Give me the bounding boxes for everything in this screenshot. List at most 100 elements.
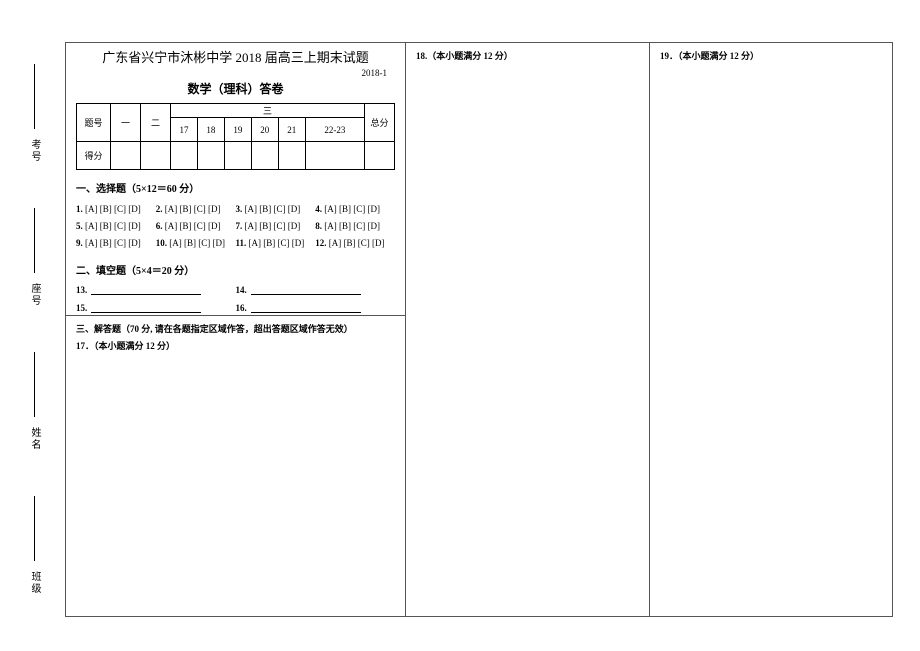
mc-item: 11. [A] [B] [C] [D]: [236, 235, 316, 252]
score-cell: [278, 142, 305, 170]
blank-num: 14.: [236, 285, 247, 295]
section2-heading: 二、填空题（5×4＝20 分）: [76, 262, 395, 277]
title-block: 广东省兴宁市沐彬中学 2018 届高三上期末试题 2018-1 数学（理科）答卷: [76, 47, 395, 97]
mc-opts: [A] [B] [C] [D]: [242, 221, 300, 231]
mc-num: 12.: [315, 238, 326, 248]
score-cell: [171, 142, 198, 170]
column-3: 19．（本小题满分 12 分）: [650, 43, 892, 616]
blank-row: 15. 16.: [76, 301, 395, 313]
score-cell: [305, 142, 364, 170]
sidebar-student-info: 考号 座号 姓名 班级: [12, 42, 57, 617]
mc-item: 9. [A] [B] [C] [D]: [76, 235, 156, 252]
mc-num: 11.: [236, 238, 247, 248]
side-line: [34, 352, 35, 417]
cell-19: 19: [224, 118, 251, 142]
mc-opts: [A] [B] [C] [D]: [163, 221, 221, 231]
mc-opts: [A] [B] [C] [D]: [83, 204, 141, 214]
cell-label-s: 得分: [77, 142, 111, 170]
mc-item: 10. [A] [B] [C] [D]: [156, 235, 236, 252]
mc-item: 12. [A] [B] [C] [D]: [315, 235, 395, 252]
blank-num: 13.: [76, 285, 87, 295]
cell-label-q: 题号: [77, 104, 111, 142]
cell-two: 二: [141, 104, 171, 142]
score-cell: [141, 142, 171, 170]
side-seat-no: 座号: [27, 208, 42, 307]
title-date: 2018-1: [76, 68, 387, 78]
cell-one: 一: [111, 104, 141, 142]
side-label-seat-no: 座号: [27, 283, 42, 307]
blank-line: [91, 301, 201, 313]
mc-opts: [A] [B] [C] [D]: [83, 221, 141, 231]
q17-heading: 17．（本小题满分 12 分）: [76, 339, 395, 352]
mc-num: 6.: [156, 221, 163, 231]
section3-heading: 三、解答题（70 分, 请在各题指定区域作答，超出答题区域作答无效）: [76, 322, 395, 335]
side-label-class: 班级: [27, 571, 42, 595]
side-line: [34, 64, 35, 129]
mc-item: 6. [A] [B] [C] [D]: [156, 218, 236, 235]
mc-list: 1. [A] [B] [C] [D]2. [A] [B] [C] [D]3. […: [76, 201, 395, 252]
mc-num: 9.: [76, 238, 83, 248]
cell-17: 17: [171, 118, 198, 142]
side-line: [34, 496, 35, 561]
side-line: [34, 208, 35, 273]
score-cell: [251, 142, 278, 170]
blank-num: 16.: [236, 303, 247, 313]
mc-num: 1.: [76, 204, 83, 214]
mc-opts: [A] [B] [C] [D]: [167, 238, 225, 248]
q19-heading: 19．（本小题满分 12 分）: [660, 49, 882, 63]
mc-opts: [A] [B] [C] [D]: [322, 204, 380, 214]
mc-item: 7. [A] [B] [C] [D]: [236, 218, 316, 235]
cell-total: 总分: [365, 104, 395, 142]
mc-opts: [A] [B] [C] [D]: [83, 238, 141, 248]
score-table: 题号 一 二 三 总分 17 18 19 20 21 22-23 得分: [76, 103, 395, 170]
score-cell: [197, 142, 224, 170]
mc-num: 4.: [315, 204, 322, 214]
title-sub: 数学（理科）答卷: [76, 80, 395, 97]
blank-num: 15.: [76, 303, 87, 313]
blank-line: [251, 283, 361, 295]
side-label-name: 姓名: [27, 427, 42, 451]
cell-three: 三: [171, 104, 365, 118]
mc-num: 2.: [156, 204, 163, 214]
blank-row: 13. 14.: [76, 283, 395, 295]
cell-18: 18: [197, 118, 224, 142]
column-2: 18.（本小题满分 12 分）: [406, 43, 650, 616]
score-cell: [111, 142, 141, 170]
side-class: 班级: [27, 496, 42, 595]
mc-num: 5.: [76, 221, 83, 231]
mc-item: 1. [A] [B] [C] [D]: [76, 201, 156, 218]
cell-20: 20: [251, 118, 278, 142]
mc-opts: [A] [B] [C] [D]: [322, 221, 380, 231]
side-exam-no: 考号: [27, 64, 42, 163]
mc-num: 8.: [315, 221, 322, 231]
mc-num: 10.: [156, 238, 167, 248]
mc-item: 3. [A] [B] [C] [D]: [236, 201, 316, 218]
mc-item: 8. [A] [B] [C] [D]: [315, 218, 395, 235]
blank-line: [91, 283, 201, 295]
mc-opts: [A] [B] [C] [D]: [242, 204, 300, 214]
side-name: 姓名: [27, 352, 42, 451]
cell-21: 21: [278, 118, 305, 142]
blank-line: [251, 301, 361, 313]
cell-22-23: 22-23: [305, 118, 364, 142]
side-label-exam-no: 考号: [27, 139, 42, 163]
page-frame: 广东省兴宁市沐彬中学 2018 届高三上期末试题 2018-1 数学（理科）答卷…: [65, 42, 893, 617]
mc-opts: [A] [B] [C] [D]: [327, 238, 385, 248]
blank-item: 16.: [236, 301, 396, 313]
mc-item: 2. [A] [B] [C] [D]: [156, 201, 236, 218]
column-1: 广东省兴宁市沐彬中学 2018 届高三上期末试题 2018-1 数学（理科）答卷…: [66, 43, 406, 616]
blank-item: 13.: [76, 283, 236, 295]
blank-item: 14.: [236, 283, 396, 295]
score-cell: [224, 142, 251, 170]
mc-opts: [A] [B] [C] [D]: [246, 238, 304, 248]
blank-item: 15.: [76, 301, 236, 313]
section1-heading: 一、选择题（5×12＝60 分）: [76, 180, 395, 195]
mc-item: 4. [A] [B] [C] [D]: [315, 201, 395, 218]
mc-opts: [A] [B] [C] [D]: [163, 204, 221, 214]
title-main: 广东省兴宁市沐彬中学 2018 届高三上期末试题: [76, 47, 395, 66]
q18-heading: 18.（本小题满分 12 分）: [416, 49, 639, 63]
score-cell: [365, 142, 395, 170]
blank-list: 13. 14. 15. 16.: [76, 283, 395, 313]
section3-box: 三、解答题（70 分, 请在各题指定区域作答，超出答题区域作答无效） 17．（本…: [65, 315, 406, 617]
mc-item: 5. [A] [B] [C] [D]: [76, 218, 156, 235]
